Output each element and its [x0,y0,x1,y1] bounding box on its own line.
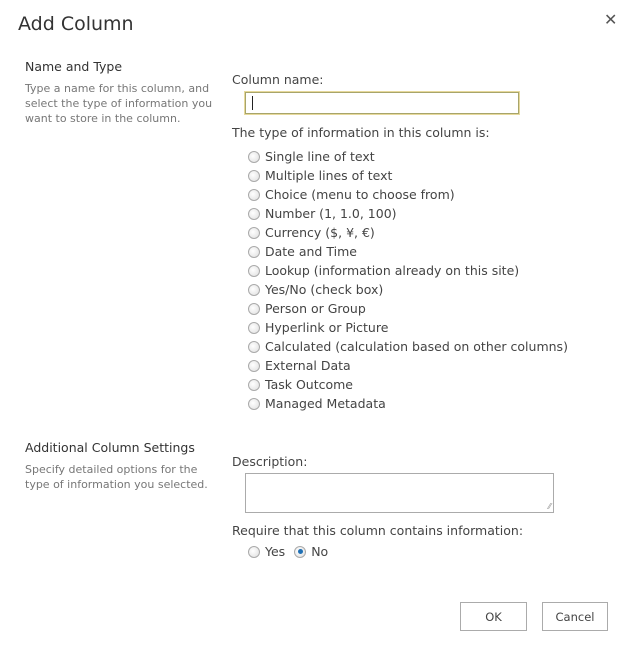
type-option-label: Currency ($, ¥, €) [265,225,375,240]
column-name-input[interactable] [245,92,519,114]
type-option[interactable]: Calculated (calculation based on other c… [248,337,568,356]
require-label: Require that this column contains inform… [232,523,524,538]
column-name-label: Column name: [232,72,324,87]
radio-button[interactable] [248,283,260,296]
require-option-label: No [311,544,329,559]
type-option[interactable]: Managed Metadata [248,394,568,413]
description-label: Description: [232,454,308,469]
type-label: The type of information in this column i… [232,125,490,140]
ok-button[interactable]: OK [460,602,527,631]
type-option-label: Choice (menu to choose from) [265,187,455,202]
radio-button[interactable] [248,545,260,558]
section-desc-additional: Specify detailed options for the type of… [25,463,208,491]
dialog-title: Add Column [18,13,134,35]
section-title-additional: Additional Column Settings [25,440,195,455]
type-option[interactable]: Multiple lines of text [248,166,568,185]
radio-button[interactable] [248,359,260,372]
type-option-label: External Data [265,358,351,373]
radio-button[interactable] [248,169,260,182]
type-option-label: Managed Metadata [265,396,386,411]
type-option-label: Number (1, 1.0, 100) [265,206,397,221]
section-desc-name-type: Type a name for this column, and select … [25,82,213,125]
require-option-no[interactable]: No [294,544,328,559]
require-option-yes[interactable]: Yes [248,544,285,559]
radio-button[interactable] [248,150,260,163]
radio-button[interactable] [294,545,307,558]
radio-button[interactable] [248,245,260,258]
radio-button[interactable] [248,207,260,220]
resize-grip-icon[interactable]: ⁄⁄ [548,502,551,511]
type-option-label: Person or Group [265,301,366,316]
require-option-label: Yes [265,544,286,559]
description-textarea[interactable]: ⁄⁄ [245,473,554,513]
column-type-radio-list: Single line of text Multiple lines of tex… [248,147,568,413]
type-option[interactable]: Date and Time [248,242,568,261]
type-option[interactable]: Number (1, 1.0, 100) [248,204,568,223]
type-option[interactable]: Yes/No (check box) [248,280,568,299]
radio-button[interactable] [248,302,260,315]
radio-button[interactable] [248,397,260,410]
type-option-label: Multiple lines of text [265,168,393,183]
type-option[interactable]: Lookup (information already on this site… [248,261,568,280]
radio-button[interactable] [248,264,260,277]
radio-button[interactable] [248,226,260,239]
text-caret [252,96,253,110]
section-title-name-type: Name and Type [25,59,123,74]
type-option-label: Yes/No (check box) [265,282,384,297]
type-option[interactable]: Currency ($, ¥, €) [248,223,568,242]
type-option-label: Lookup (information already on this site… [265,263,520,278]
radio-button[interactable] [248,340,260,353]
close-icon[interactable]: ✕ [604,10,617,29]
radio-button[interactable] [248,378,260,391]
radio-button[interactable] [248,188,260,201]
type-option-label: Hyperlink or Picture [265,320,389,335]
type-option[interactable]: Task Outcome [248,375,568,394]
radio-button[interactable] [248,321,260,334]
type-option-label: Calculated (calculation based on other c… [265,339,568,354]
type-option[interactable]: Choice (menu to choose from) [248,185,568,204]
type-option[interactable]: Single line of text [248,147,568,166]
type-option-label: Single line of text [265,149,375,164]
type-option[interactable]: Person or Group [248,299,568,318]
type-option-label: Date and Time [265,244,357,259]
cancel-button[interactable]: Cancel [542,602,608,631]
type-option-label: Task Outcome [265,377,354,392]
require-radio-group: Yes No [248,544,337,559]
type-option[interactable]: External Data [248,356,568,375]
type-option[interactable]: Hyperlink or Picture [248,318,568,337]
